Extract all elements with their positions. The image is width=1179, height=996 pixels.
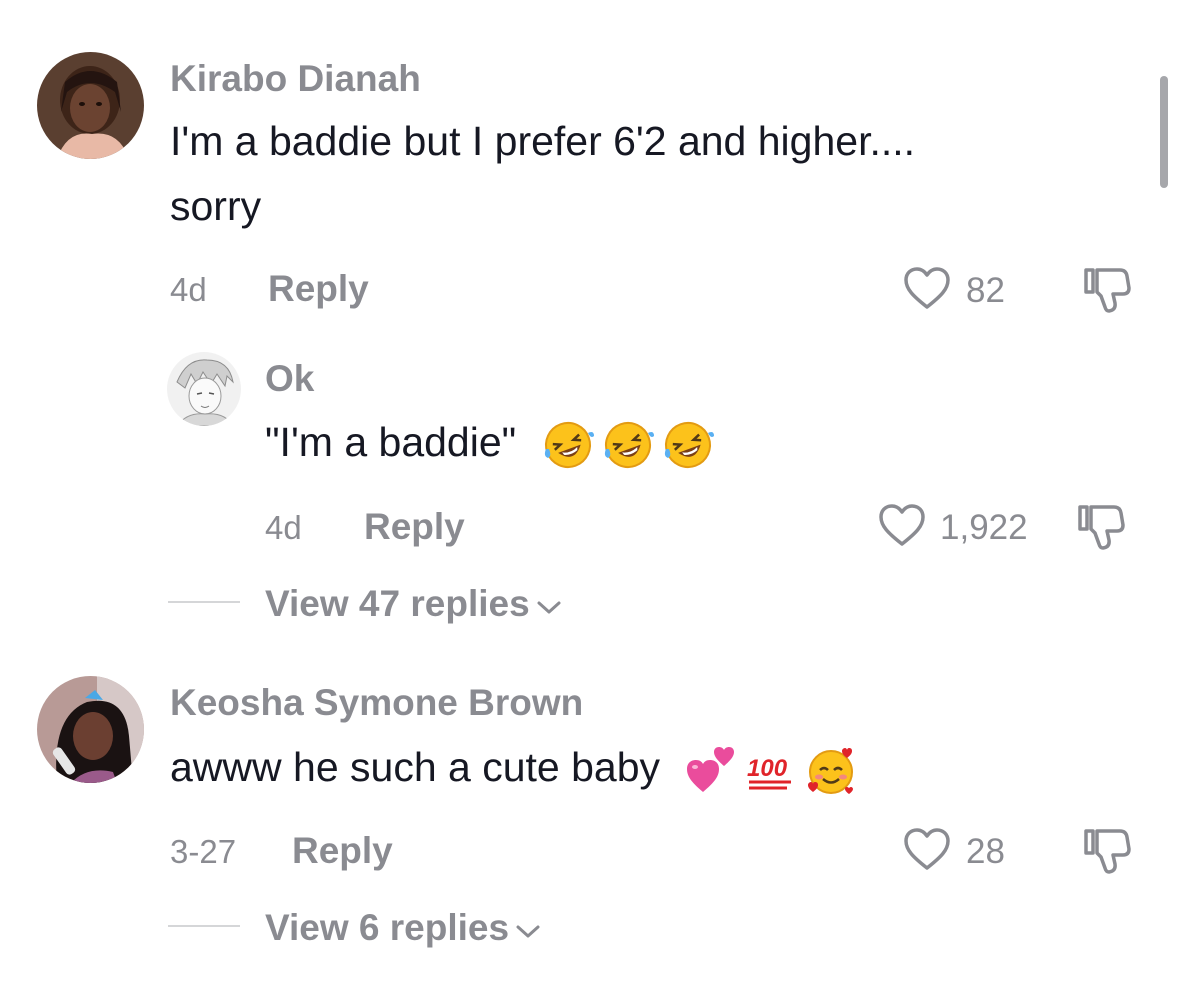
view-replies-button[interactable]: View 6 replies — [265, 909, 541, 946]
chevron-down-icon — [536, 585, 562, 622]
two-hearts-emoji — [685, 744, 737, 796]
view-replies-button[interactable]: View 47 replies — [265, 585, 562, 622]
comment-text: I'm a baddie but I prefer 6'2 and higher… — [170, 118, 916, 164]
scrollbar-thumb[interactable] — [1160, 76, 1168, 188]
reply-text-content: "I'm a baddie" — [265, 419, 517, 465]
thumbs-down-icon[interactable] — [1082, 827, 1132, 875]
comment-timestamp: 3-27 — [170, 833, 237, 870]
view-replies-label: View 47 replies — [265, 583, 530, 624]
smiling-face-with-hearts-emoji — [805, 744, 857, 796]
reply-text: "I'm a baddie" — [265, 410, 714, 474]
thumbs-down-icon[interactable] — [1082, 266, 1132, 314]
chevron-down-icon — [515, 909, 541, 946]
comment-text: awww he such a cute baby 100 — [170, 735, 857, 799]
like-count: 28 — [966, 832, 1005, 871]
thumbs-down-icon[interactable] — [1076, 503, 1126, 551]
view-replies-label: View 6 replies — [265, 907, 510, 948]
hundred-points-emoji: 100 — [745, 744, 797, 796]
heart-outline-icon[interactable] — [878, 503, 926, 547]
replies-divider — [168, 925, 240, 927]
reply-timestamp: 4d — [265, 509, 302, 546]
avatar[interactable] — [37, 676, 144, 783]
like-count: 82 — [966, 271, 1005, 310]
comment-username[interactable]: Kirabo Dianah — [170, 60, 421, 97]
comment-username[interactable]: Keosha Symone Brown — [170, 684, 583, 721]
reply-username[interactable]: Ok — [265, 360, 314, 397]
rofl-emoji — [662, 419, 714, 471]
avatar[interactable] — [37, 52, 144, 159]
heart-outline-icon[interactable] — [903, 266, 951, 310]
heart-outline-icon[interactable] — [903, 827, 951, 871]
rofl-emoji — [542, 419, 594, 471]
comment-text-content: awww he such a cute baby — [170, 744, 660, 790]
svg-text:100: 100 — [747, 755, 788, 782]
comment-text-continued: sorry — [170, 183, 262, 229]
reply-button[interactable]: Reply — [292, 832, 393, 869]
reply-button[interactable]: Reply — [268, 270, 369, 307]
reply-button[interactable]: Reply — [364, 508, 465, 545]
avatar[interactable] — [167, 352, 241, 426]
like-count: 1,922 — [940, 508, 1028, 547]
comment-timestamp: 4d — [170, 271, 207, 308]
replies-divider — [168, 601, 240, 603]
rofl-emoji — [602, 419, 654, 471]
